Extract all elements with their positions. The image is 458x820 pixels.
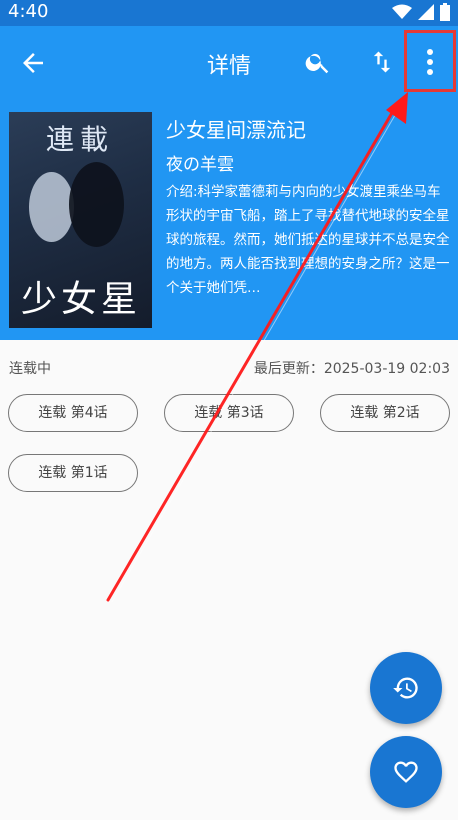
annotation-arrow xyxy=(106,92,408,603)
